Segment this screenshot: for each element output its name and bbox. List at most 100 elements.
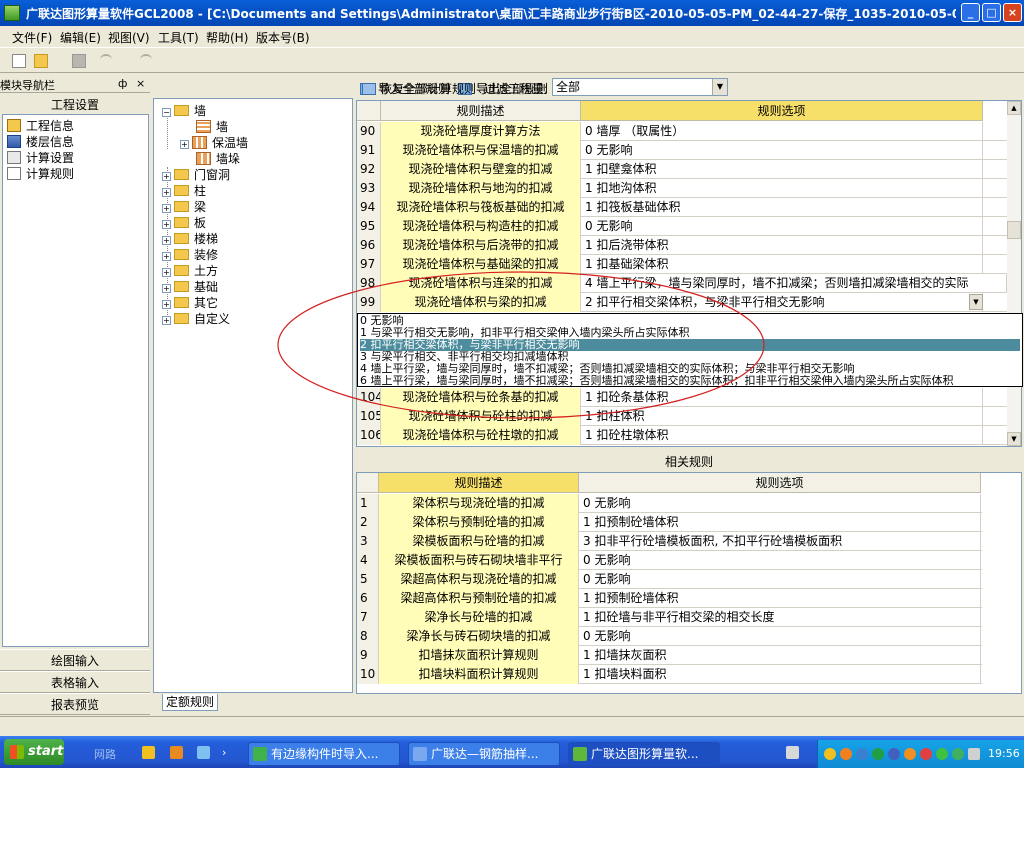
related-row[interactable]: 7 梁净长与砼墙的扣减 1 扣砼墙与非平行相交梁的相交长度 xyxy=(357,608,982,627)
scroll-thumb[interactable] xyxy=(1007,221,1021,239)
rule-option[interactable]: 1 扣壁龛体积 xyxy=(581,160,983,179)
tree-node-beam[interactable]: + 梁 xyxy=(162,198,206,214)
new-file-icon[interactable] xyxy=(12,54,26,68)
expand-icon[interactable]: + xyxy=(162,252,171,261)
expand-icon[interactable]: + xyxy=(162,204,171,213)
expand-icon[interactable]: + xyxy=(162,220,171,229)
rules-row[interactable]: 91 现浇砼墙体积与保温墙的扣减 0 无影响 xyxy=(357,141,1007,160)
pin-icon[interactable]: ф xyxy=(118,77,127,90)
nav-item-floor-info[interactable]: 楼层信息 xyxy=(7,133,74,149)
expand-icon[interactable]: + xyxy=(162,172,171,181)
related-row[interactable]: 1 梁体积与现浇砼墙的扣减 0 无影响 xyxy=(357,494,982,513)
expand-icon[interactable]: + xyxy=(180,140,189,149)
menu-view[interactable]: 视图(V) xyxy=(108,29,150,46)
related-option[interactable]: 1 扣预制砼墙体积 xyxy=(579,513,981,532)
start-button[interactable]: start xyxy=(4,739,64,765)
related-option[interactable]: 3 扣非平行砼墙模板面积, 不扣平行砼墙模板面积 xyxy=(579,532,981,551)
task-button-3[interactable]: 广联达图形算量软... xyxy=(568,742,720,766)
tree-node-stairs[interactable]: + 楼梯 xyxy=(162,230,218,246)
related-option[interactable]: 1 扣预制砼墙体积 xyxy=(579,589,981,608)
menu-edit[interactable]: 编辑(E) xyxy=(60,29,101,46)
rule-option[interactable]: 0 无影响 xyxy=(581,141,983,160)
related-option[interactable]: 1 扣墙抹灰面积 xyxy=(579,646,981,665)
qq-icon[interactable] xyxy=(142,746,155,759)
nav-report-preview[interactable]: 报表预览 xyxy=(0,693,150,715)
related-row[interactable]: 10 扣墙块料面积计算规则 1 扣墙块料面积 xyxy=(357,665,982,684)
keyboard-icon[interactable] xyxy=(786,746,799,759)
rules-row[interactable]: 90 现浇砼墙厚度计算方法 0 墙厚 （取属性） xyxy=(357,122,1007,141)
tab-quota-rules[interactable]: 定额规则 xyxy=(162,694,218,711)
collapse-icon[interactable]: − xyxy=(162,108,171,117)
rules-header-desc[interactable]: 规则描述 xyxy=(381,101,581,121)
menu-help[interactable]: 帮助(H) xyxy=(206,29,248,46)
save-icon[interactable] xyxy=(72,54,86,68)
restore-all-rules-button[interactable]: 恢复全部计算规则 xyxy=(362,80,476,97)
rules-header-option[interactable]: 规则选项 xyxy=(581,101,983,121)
chevron-down-icon[interactable]: ▼ xyxy=(712,79,727,95)
menu-version[interactable]: 版本号(B) xyxy=(256,29,310,46)
tree-node-column[interactable]: + 柱 xyxy=(162,182,206,198)
rules-row[interactable]: 106 现浇砼墙体积与砼柱墩的扣减 1 扣砼柱墩体积 xyxy=(357,426,1007,445)
rules-row[interactable]: 94 现浇砼墙体积与筏板基础的扣减 1 扣筏板基础体积 xyxy=(357,198,1007,217)
nav-table-input[interactable]: 表格输入 xyxy=(0,671,150,693)
related-row[interactable]: 3 梁模板面积与砼墙的扣减 3 扣非平行砼墙模板面积, 不扣平行砼墙模板面积 xyxy=(357,532,982,551)
undo-icon[interactable] xyxy=(100,54,112,68)
tray-app-icon[interactable] xyxy=(904,748,916,760)
nav-section-title[interactable]: 工程设置 xyxy=(0,96,150,114)
rules-row[interactable]: 96 现浇砼墙体积与后浇带的扣减 1 扣后浇带体积 xyxy=(357,236,1007,255)
tray-security-icon[interactable] xyxy=(856,748,868,760)
maximize-button[interactable]: □ xyxy=(982,3,1001,22)
related-option[interactable]: 0 无影响 xyxy=(579,627,981,646)
rule-option[interactable]: 1 扣地沟体积 xyxy=(581,179,983,198)
tray-network-icon[interactable] xyxy=(952,748,964,760)
tray-printer-icon[interactable] xyxy=(968,748,980,760)
expand-icon[interactable]: + xyxy=(162,188,171,197)
scroll-up-icon[interactable]: ▲ xyxy=(1007,101,1021,115)
tray-q-icon[interactable] xyxy=(872,748,884,760)
related-row[interactable]: 4 梁模板面积与砖石砌块墙非平行 0 无影响 xyxy=(357,551,982,570)
related-row[interactable]: 8 梁净长与砖石砌块墙的扣减 0 无影响 xyxy=(357,627,982,646)
related-row[interactable]: 9 扣墙抹灰面积计算规则 1 扣墙抹灰面积 xyxy=(357,646,982,665)
related-option[interactable]: 0 无影响 xyxy=(579,551,981,570)
close-button[interactable]: × xyxy=(1003,3,1022,22)
tree-node-wall-pier[interactable]: 墙垛 xyxy=(196,150,240,166)
nav-item-calc-rules[interactable]: 计算规则 xyxy=(7,165,74,181)
menu-file[interactable]: 文件(F) xyxy=(12,29,52,46)
rules-scrollbar[interactable]: ▲ ▼ xyxy=(1007,101,1021,446)
related-option[interactable]: 0 无影响 xyxy=(579,494,981,513)
language-indicator[interactable]: 网路 xyxy=(94,746,116,762)
nav-item-project-info[interactable]: 工程信息 xyxy=(7,117,74,133)
rule-option[interactable]: 1 扣砼柱墩体积 xyxy=(581,426,983,445)
tray-qq2-icon[interactable] xyxy=(840,748,852,760)
nav-close-icon[interactable]: × xyxy=(136,77,145,90)
related-row[interactable]: 5 梁超高体积与现浇砼墙的扣减 0 无影响 xyxy=(357,570,982,589)
redo-icon[interactable] xyxy=(140,54,152,68)
tray-audio-icon[interactable] xyxy=(888,748,900,760)
related-header-option[interactable]: 规则选项 xyxy=(579,473,981,493)
related-option[interactable]: 1 扣墙块料面积 xyxy=(579,665,981,684)
rule-option[interactable]: 1 扣后浇带体积 xyxy=(581,236,983,255)
expand-icon[interactable]: + xyxy=(162,268,171,277)
tree-node-wall[interactable]: 墙 xyxy=(196,118,228,134)
tray-qq-icon[interactable] xyxy=(824,748,836,760)
tree-node-slab[interactable]: + 板 xyxy=(162,214,206,230)
minimize-button[interactable]: _ xyxy=(961,3,980,22)
rule-option[interactable]: 0 墙厚 （取属性） xyxy=(581,122,983,141)
related-header-desc[interactable]: 规则描述 xyxy=(379,473,579,493)
expand-icon[interactable]: + xyxy=(162,284,171,293)
more-icon[interactable]: › xyxy=(222,746,226,759)
related-row[interactable]: 2 梁体积与预制砼墙的扣减 1 扣预制砼墙体积 xyxy=(357,513,982,532)
menu-tools[interactable]: 工具(T) xyxy=(158,29,199,46)
app-launcher-icon[interactable] xyxy=(170,746,183,759)
tree-node-insulation-wall[interactable]: + 保温墙 xyxy=(180,134,248,150)
related-option[interactable]: 0 无影响 xyxy=(579,570,981,589)
network-icon[interactable] xyxy=(197,746,210,759)
clock[interactable]: 19:56 xyxy=(988,747,1020,760)
tree-node-wall-root[interactable]: − 墙 xyxy=(162,102,206,118)
task-button-1[interactable]: 有边缘构件时导入... xyxy=(248,742,400,766)
tree-node-foundation[interactable]: + 基础 xyxy=(162,278,218,294)
tray-update-icon[interactable] xyxy=(936,748,948,760)
related-row[interactable]: 6 梁超高体积与预制砼墙的扣减 1 扣预制砼墙体积 xyxy=(357,589,982,608)
rule-option[interactable]: 1 扣筏板基础体积 xyxy=(581,198,983,217)
title-bar[interactable]: 广联达图形算量软件GCL2008 - [C:\Documents and Set… xyxy=(0,0,1024,26)
